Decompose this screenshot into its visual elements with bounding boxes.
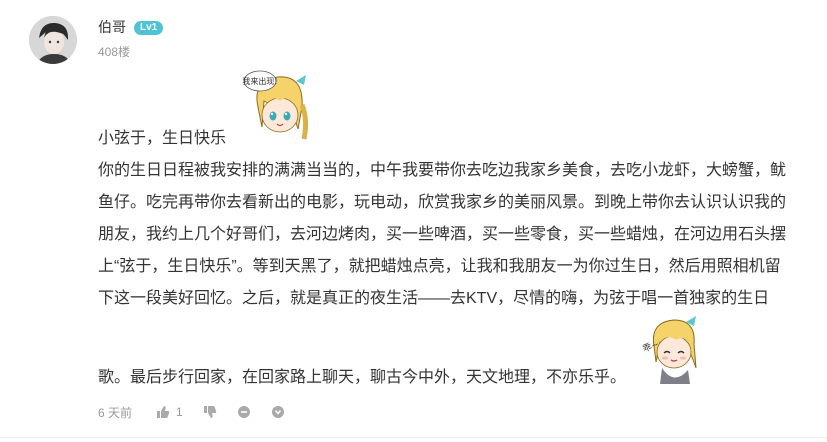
floor-number: 408楼 [98,45,131,59]
reply-button[interactable] [237,405,251,419]
comment-line-last: 歌。最后步行回家，在回家路上聊天，聊古今中外，天文地理，不亦乐乎。 [98,369,627,386]
comment-line: 你的生日日程被我安排的满满当当的，中午我要带你去吃边我家乡美食，去吃小龙虾，大螃… [98,162,787,179]
thumbs-down-icon [203,406,216,418]
avatar-image [29,16,77,64]
avatar[interactable] [29,16,77,64]
thumbs-up-icon [157,406,170,418]
comment-time: 6 天前 [98,405,133,420]
comment-footer: 6 天前 1 [98,402,305,422]
dislike-button[interactable] [203,405,217,419]
sticker-1-text: 我来出现! [242,76,277,86]
like-count: 1 [176,405,183,419]
comment-line: 下这一段美好回忆。之后，就是真正的夜生活——去KTV，尽情的嗨，为弦于唱一首独家… [98,290,770,307]
comment-line: 上“弦于，生日快乐”。等到天黑了，就把蜡烛点亮，让我和我朋友一为你过生日，然后用… [98,258,781,275]
comment-body: 小弦于，生日快乐 你的生日日程被我安排的满满当当的，中午我要带你去吃边我家乡美食… [98,123,788,315]
comment-icon [237,406,250,418]
sticker-image-2: 乖~ [634,312,708,386]
comment-line: 鱼仔。吃完再带你去看新出的电影，玩电动，欣赏我家乡的美丽风景。到晚上带你去认识认… [98,194,787,211]
like-button[interactable]: 1 [156,405,183,419]
divider [0,437,827,438]
more-icon [271,406,284,418]
username[interactable]: 伯哥 [98,17,126,37]
comment-line: 朋友，我约上几个好哥们，去河边烤肉，买一些啤酒，买一些零食，买一些蜡烛，在河边用… [98,226,787,243]
more-button[interactable] [271,405,285,419]
comment-line: 小弦于，生日快乐 [98,130,227,147]
level-badge: Lv1 [134,21,164,35]
